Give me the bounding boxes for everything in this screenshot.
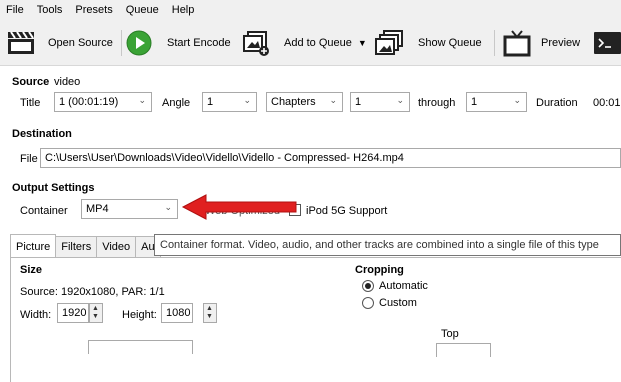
menu-tools[interactable]: Tools — [37, 4, 63, 16]
title-select[interactable]: 1 (00:01:19) ⌄ — [54, 92, 152, 112]
red-arrow-annotation — [181, 194, 297, 220]
chevron-down-icon: ⌄ — [329, 95, 337, 105]
add-to-queue-button[interactable]: Add to Queue ▼ — [241, 20, 367, 66]
play-icon — [126, 30, 152, 56]
chapter-end-select[interactable]: 1 ⌄ — [466, 92, 527, 112]
width-input[interactable]: 1920 — [57, 303, 89, 323]
anamorphic-select[interactable] — [88, 340, 193, 354]
crop-top-input[interactable] — [436, 343, 491, 357]
title-label: Title — [20, 97, 41, 109]
angle-select[interactable]: 1 ⌄ — [202, 92, 257, 112]
menu-help[interactable]: Help — [172, 4, 195, 16]
clapperboard-icon — [8, 31, 34, 54]
crop-automatic-radio[interactable] — [362, 280, 374, 292]
size-label: Size — [20, 264, 43, 276]
duration-label: Duration — [536, 97, 578, 109]
stepper-down-icon[interactable]: ▼ — [206, 313, 213, 321]
toolbar: Open Source Start Encode Add to Queue ▼ … — [0, 20, 621, 66]
angle-label: Angle — [162, 97, 191, 109]
title-select-value: 1 (00:01:19) — [59, 96, 119, 108]
height-label: Height: — [122, 309, 157, 321]
destination-file-input[interactable]: C:\Users\User\Downloads\Video\Vidello\Vi… — [40, 148, 621, 168]
open-source-label: Open Source — [48, 37, 113, 49]
menu-file[interactable]: File — [6, 4, 24, 16]
tab-picture[interactable]: Picture — [10, 234, 57, 258]
cropping-label: Cropping — [355, 264, 404, 276]
chevron-down-icon: ⌄ — [138, 95, 146, 105]
destination-section-label: Destination — [12, 128, 72, 140]
container-label: Container — [20, 205, 68, 217]
show-queue-icon — [375, 30, 403, 55]
menu-queue[interactable]: Queue — [126, 4, 159, 16]
source-section-label: Source — [12, 76, 50, 88]
container-select[interactable]: MP4 ⌄ — [81, 199, 178, 219]
crop-automatic-label: Automatic — [379, 280, 428, 292]
output-settings-label: Output Settings — [12, 182, 95, 194]
activity-log-button[interactable] — [594, 20, 621, 66]
chevron-down-icon: ⌄ — [513, 95, 521, 105]
open-source-button[interactable]: Open Source — [6, 20, 113, 66]
crop-top-label: Top — [441, 328, 459, 340]
menu-presets[interactable]: Presets — [75, 4, 112, 16]
chevron-down-icon[interactable]: ▼ — [358, 38, 367, 48]
through-label: through — [418, 97, 456, 109]
add-queue-icon — [243, 31, 269, 56]
chapter-end-value: 1 — [471, 96, 478, 108]
tv-icon — [503, 30, 531, 57]
tab-filters[interactable]: Filters — [55, 236, 98, 258]
chevron-down-icon: ⌄ — [396, 95, 404, 105]
add-to-queue-label: Add to Queue — [284, 37, 352, 49]
width-stepper[interactable]: ▲ ▼ — [89, 303, 103, 323]
stepper-up-icon[interactable]: ▲ — [206, 305, 213, 313]
toolbar-separator — [494, 30, 495, 56]
width-label: Width: — [20, 309, 52, 321]
stepper-up-icon[interactable]: ▲ — [92, 305, 99, 313]
stepper-down-icon[interactable]: ▼ — [92, 313, 99, 321]
terminal-icon — [594, 32, 621, 54]
menu-bar: File Tools Presets Queue Help — [0, 0, 621, 20]
container-tooltip: Container format. Video, audio, and othe… — [154, 234, 621, 256]
chevron-down-icon: ⌄ — [164, 202, 172, 212]
toolbar-separator — [121, 30, 122, 56]
preview-button[interactable]: Preview — [503, 20, 580, 66]
chapter-start-value: 1 — [355, 96, 362, 108]
show-queue-button[interactable]: Show Queue — [375, 20, 482, 66]
duration-value: 00:01 — [593, 97, 621, 109]
show-queue-label: Show Queue — [418, 37, 482, 49]
chapter-start-select[interactable]: 1 ⌄ — [350, 92, 410, 112]
height-stepper[interactable]: ▲ ▼ — [203, 303, 217, 323]
tab-video[interactable]: Video — [96, 236, 137, 258]
preview-label: Preview — [541, 37, 581, 49]
settings-tabs: Picture Filters Video Au — [10, 234, 161, 258]
chevron-down-icon: ⌄ — [243, 95, 251, 105]
source-name: video — [54, 76, 81, 88]
height-input[interactable]: 1080 — [161, 303, 193, 323]
angle-select-value: 1 — [207, 96, 214, 108]
ipod-support-label: iPod 5G Support — [306, 205, 388, 217]
crop-custom-label: Custom — [379, 297, 417, 309]
start-encode-button[interactable]: Start Encode — [125, 20, 231, 66]
chapters-select[interactable]: Chapters ⌄ — [266, 92, 343, 112]
source-resolution: Source: 1920x1080, PAR: 1/1 — [20, 286, 165, 298]
crop-custom-radio[interactable] — [362, 297, 374, 309]
file-label: File — [20, 153, 38, 165]
start-encode-label: Start Encode — [167, 37, 231, 49]
chapters-select-value: Chapters — [271, 96, 316, 108]
container-select-value: MP4 — [86, 203, 109, 215]
